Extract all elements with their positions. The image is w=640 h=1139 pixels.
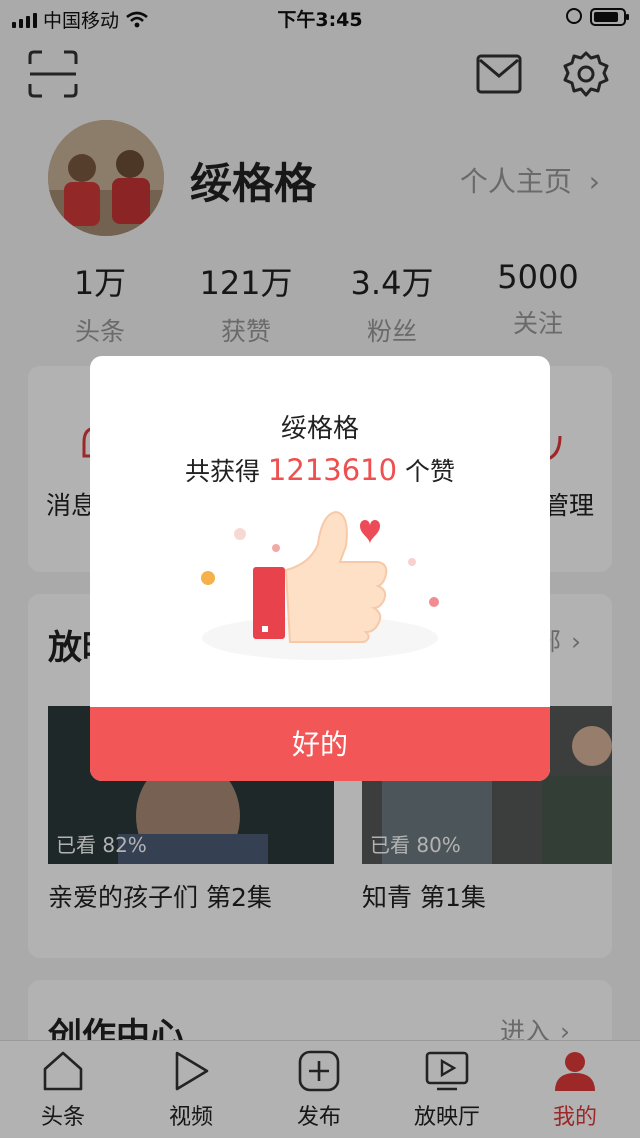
dialog-message: 共获得 1213610 个赞 (90, 452, 550, 488)
dialog-name: 绥格格 (280, 414, 359, 444)
dialog-suffix: 个赞 (405, 457, 456, 486)
likes-count: 1213610 (267, 453, 398, 487)
likes-dialog: 绥格格 共获得 1213610 个赞 好的 (90, 356, 550, 781)
thumbs-up-illustration (201, 510, 439, 660)
dialog-prefix: 共获得 (184, 457, 260, 486)
ok-button[interactable]: 好的 (90, 707, 550, 781)
